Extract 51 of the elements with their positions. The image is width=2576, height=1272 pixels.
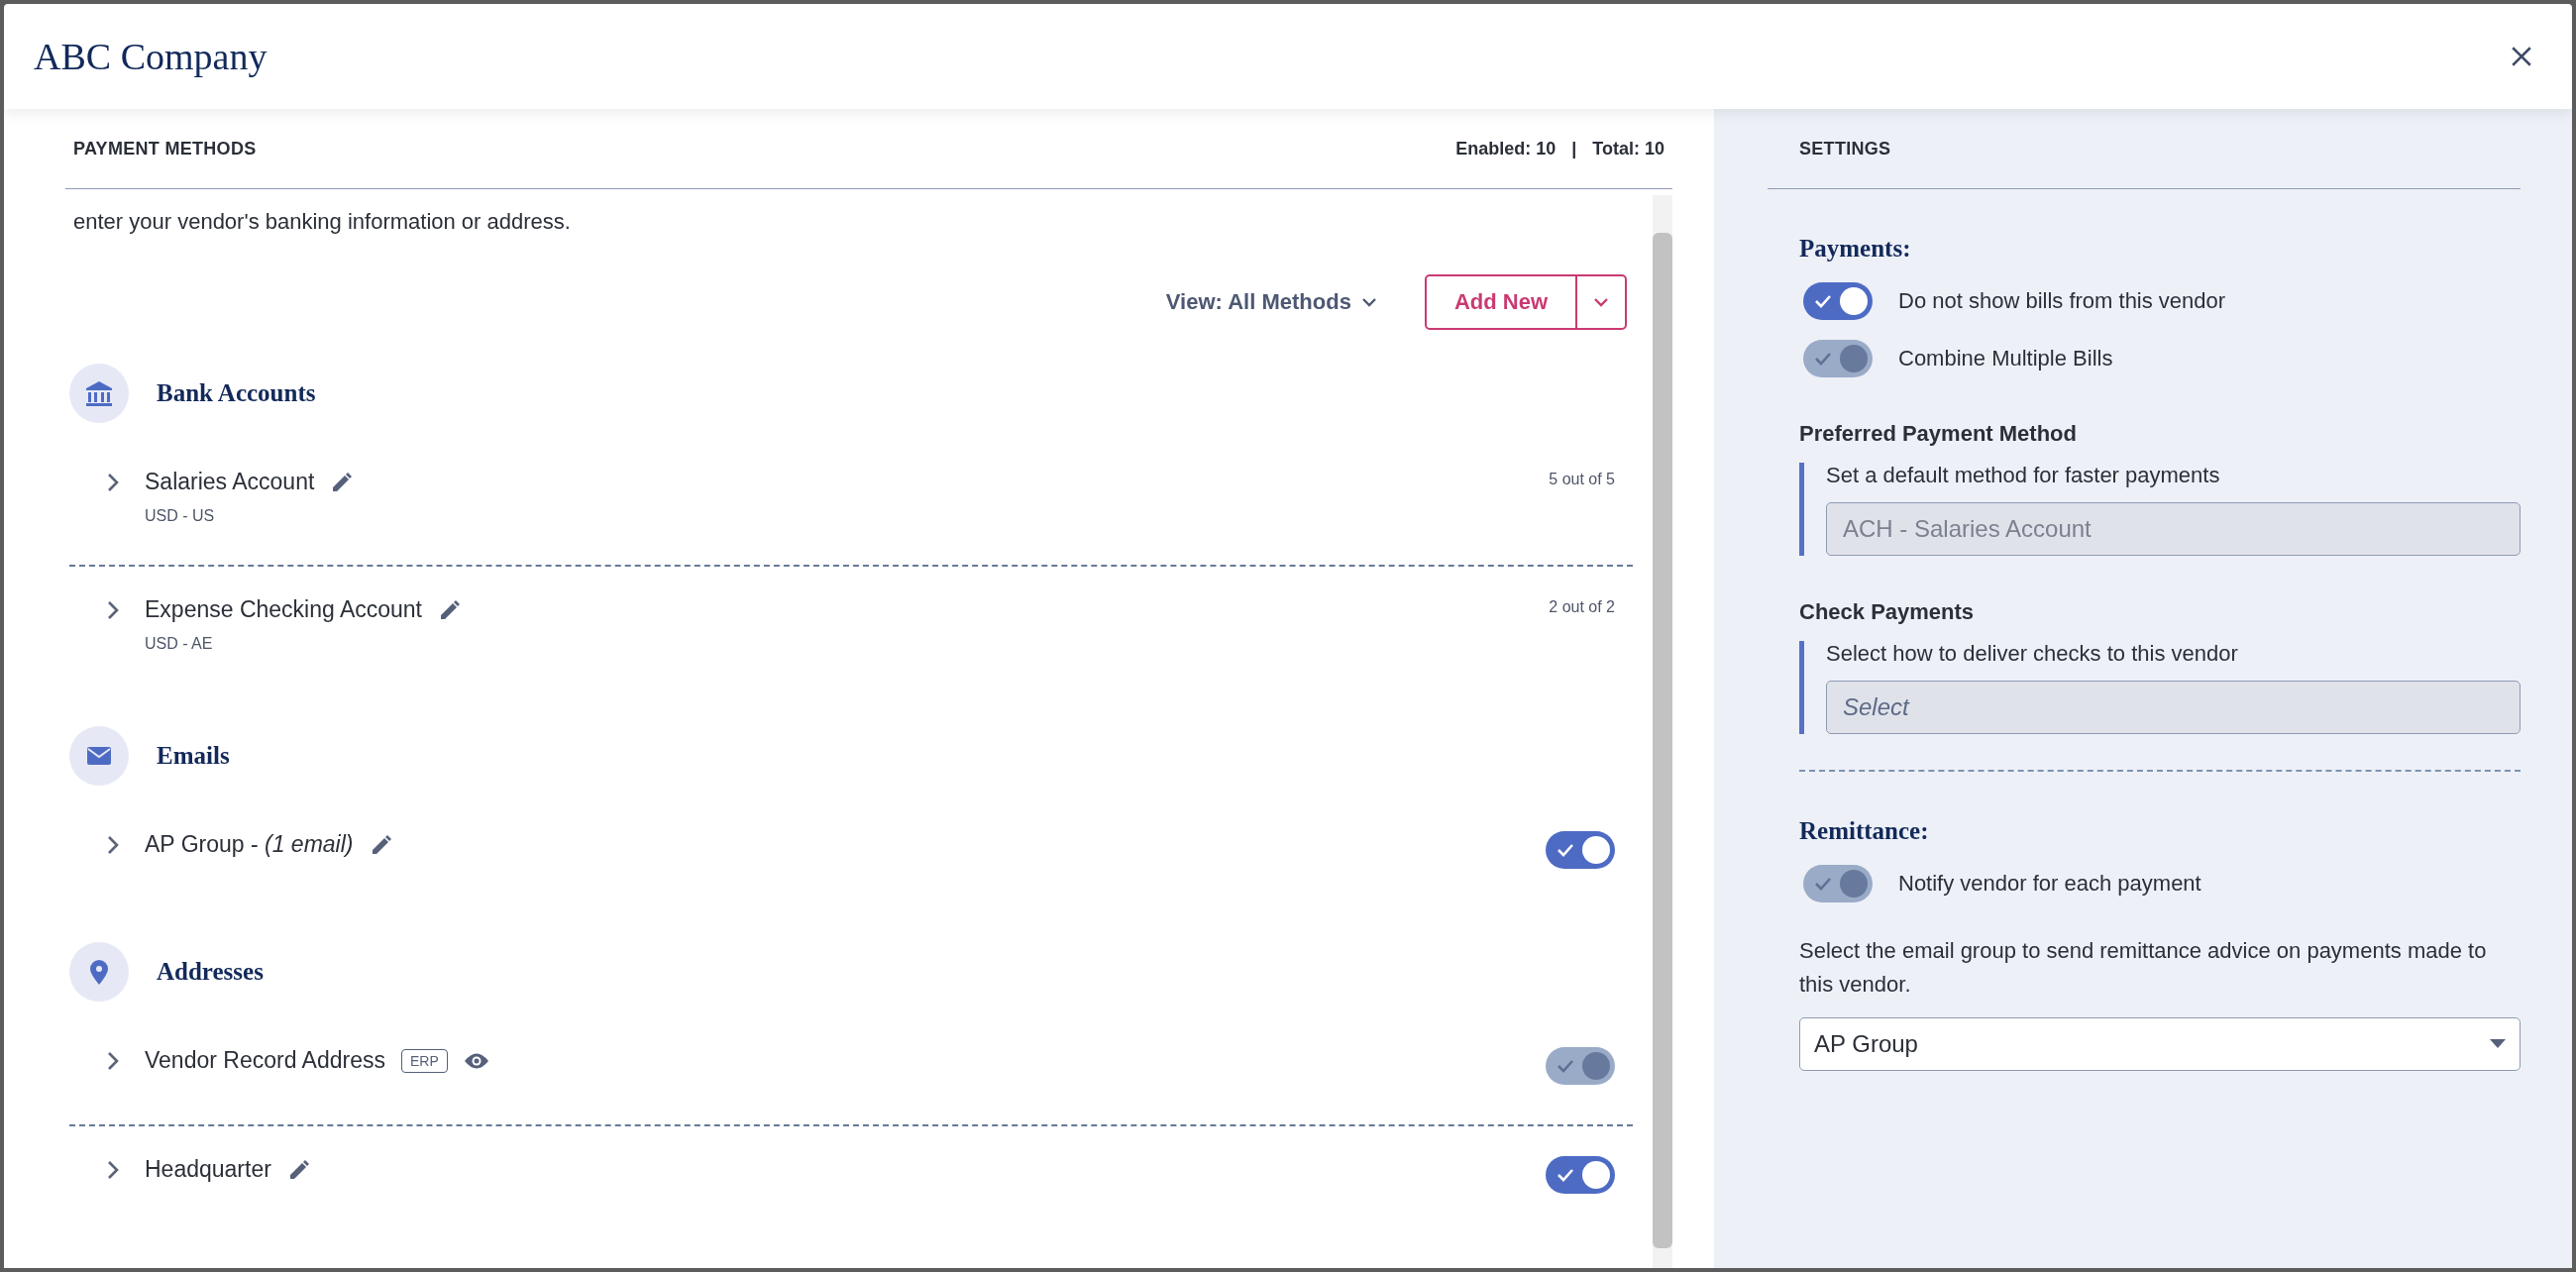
group-title: Emails: [157, 742, 230, 770]
view-filter[interactable]: View: All Methods: [1165, 289, 1377, 315]
location-pin-icon: [69, 942, 129, 1002]
group-title: Remittance:: [1799, 817, 1930, 845]
pencil-icon[interactable]: [330, 470, 355, 494]
toggle-switch[interactable]: [1546, 1156, 1615, 1194]
field-title: Preferred Payment Method: [1799, 421, 2078, 447]
toggle-label: Do not show bills from this vendor: [1898, 288, 2226, 314]
intro-text: enter your vendor's banking information or address.: [73, 209, 572, 235]
toggle-label: Notify vendor for each payment: [1898, 871, 2201, 897]
chevron-down-icon: [1360, 297, 1377, 307]
group-title: Bank Accounts: [157, 379, 316, 407]
chevron-down-icon: [1593, 297, 1609, 307]
field-hint: Set a default method for faster payments: [1826, 463, 2221, 488]
dialog-title: ABC Company: [34, 35, 268, 78]
chevron-right-icon[interactable]: [107, 473, 119, 492]
scrollbar[interactable]: [1653, 195, 1672, 1268]
payment-method-name: Salaries Account: [145, 469, 315, 495]
toggle-switch[interactable]: [1803, 282, 1873, 320]
section-heading: SETTINGS: [1799, 138, 1891, 159]
eye-icon[interactable]: [463, 1051, 489, 1070]
toggle-label: Combine Multiple Bills: [1898, 346, 2113, 371]
chevron-right-icon[interactable]: [107, 835, 119, 855]
currency-country: USD - US: [145, 507, 216, 525]
chevron-right-icon[interactable]: [107, 1051, 119, 1071]
currency-country: USD - AE: [145, 635, 214, 653]
usage-count: 5 out of 5: [1549, 471, 1615, 488]
group-title: Addresses: [157, 958, 264, 986]
description-text: Select the email group to send remittance advice on payments made to this vendor.: [1799, 937, 2488, 999]
group-title: Payments:: [1799, 235, 1912, 263]
field-hint: Select how to deliver checks to this vendor: [1826, 641, 2239, 667]
email-group-select[interactable]: AP Group: [1799, 1017, 2521, 1071]
payment-method-name: Vendor Record Address: [145, 1047, 385, 1074]
envelope-icon: [69, 726, 129, 786]
field-title: Check Payments: [1799, 599, 1976, 625]
usage-count: 2 out of 2: [1549, 598, 1615, 616]
toggle-switch[interactable]: [1546, 831, 1615, 869]
payment-method-name: Headquarter: [145, 1156, 271, 1183]
source-tag: ERP: [400, 1048, 448, 1073]
chevron-right-icon[interactable]: [107, 1160, 119, 1180]
bank-icon: [69, 364, 129, 423]
separator: |: [1571, 138, 1577, 159]
input-field[interactable]: Select: [1826, 681, 2521, 734]
payment-method-name: Expense Checking Account: [145, 596, 422, 623]
pencil-icon[interactable]: [438, 597, 462, 622]
caret-down-icon: [2490, 1039, 2506, 1049]
chevron-right-icon[interactable]: [107, 600, 119, 620]
payment-method-name: AP Group - (1 email): [145, 831, 354, 858]
enabled-count: Enabled: 10: [1455, 138, 1556, 159]
section-heading: PAYMENT METHODS: [73, 138, 257, 159]
total-count: Total: 10: [1592, 138, 1664, 159]
